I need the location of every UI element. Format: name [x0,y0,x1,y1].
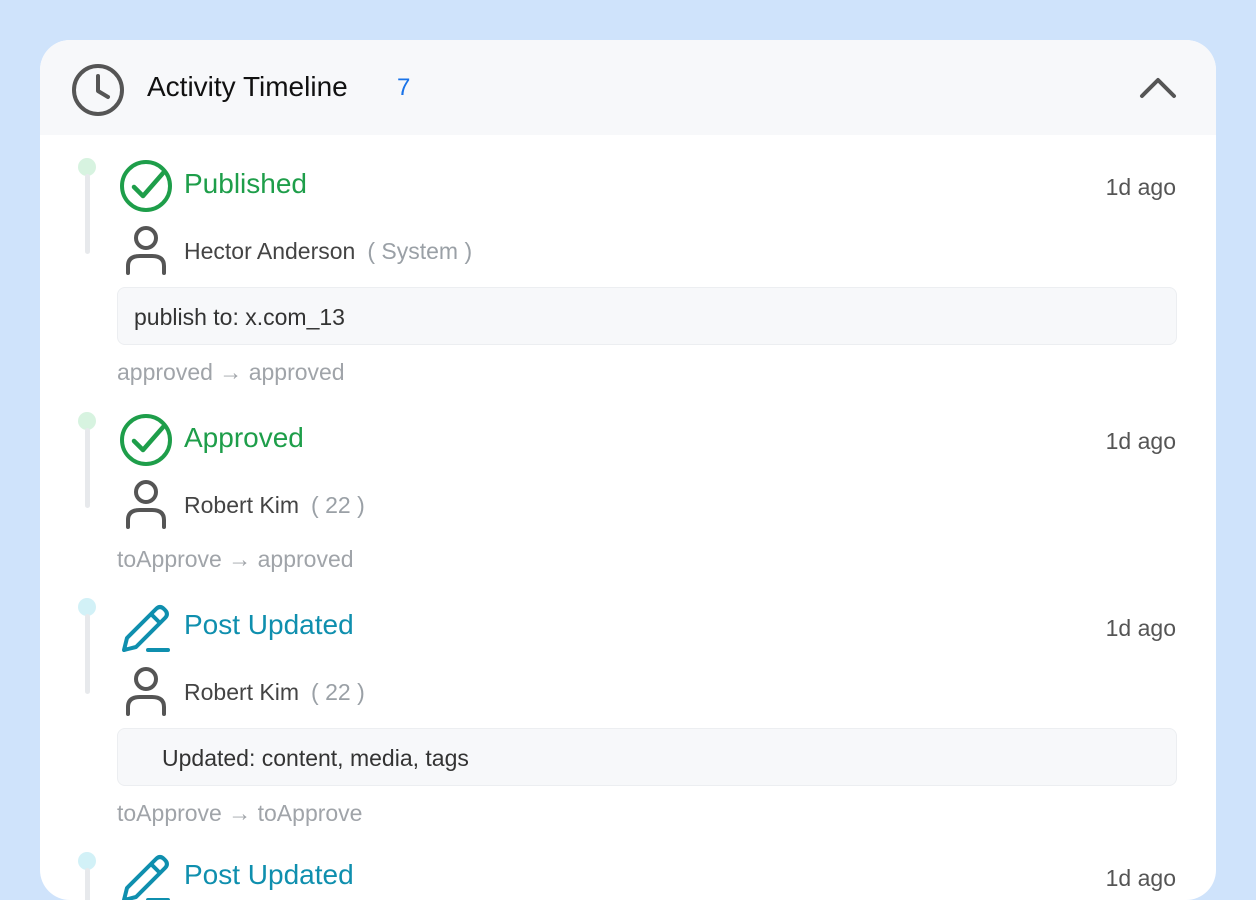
entry-status-title: Post Updated [184,609,354,640]
activity-timeline-panel: Activity Timeline 7 Published 1d ago Hec… [40,40,1216,900]
check-circle-icon [120,160,172,212]
user-name: Hector Anderson [184,238,356,264]
timeline-title: Activity Timeline [147,71,348,102]
pencil-icon [122,605,170,652]
entry-user: Robert Kim ( 22 ) [184,491,365,519]
entry-timestamp: 1d ago [1105,865,1176,891]
entry-note: publish to: x.com_13 [117,287,1177,345]
timeline-line [85,428,90,508]
entry-status-title: Approved [184,422,304,453]
user-role: ( System ) [367,238,473,264]
user-icon [126,480,166,529]
entry-timestamp: 1d ago [1105,615,1176,641]
status-transition: toApprove → approved [117,546,354,572]
clock-icon [72,64,124,116]
user-id: ( 22 ) [311,492,365,518]
status-transition: approved → approved [117,359,345,385]
activity-count-badge: 7 [397,74,411,101]
entry-status-title: Post Updated [184,859,354,890]
timeline-line [85,614,90,694]
timeline-header[interactable]: Activity Timeline 7 [40,40,1216,135]
pencil-icon [122,855,170,900]
entry-timestamp: 1d ago [1105,428,1176,454]
user-icon [126,667,166,716]
user-name: Robert Kim [184,492,300,518]
entry-user: Hector Anderson ( System ) [184,237,472,265]
entry-note: Updated: content, media, tags [117,728,1177,786]
timeline-line [85,868,90,900]
user-id: ( 22 ) [311,679,365,705]
user-name: Robert Kim [184,679,300,705]
status-transition: toApprove → toApprove [117,800,363,826]
check-circle-icon [120,414,172,466]
user-icon [126,226,166,275]
entry-timestamp: 1d ago [1105,174,1176,200]
entry-user: Robert Kim ( 22 ) [184,678,365,706]
timeline-line [85,174,90,254]
chevron-up-icon[interactable] [1138,74,1178,100]
entry-status-title: Published [184,168,307,199]
